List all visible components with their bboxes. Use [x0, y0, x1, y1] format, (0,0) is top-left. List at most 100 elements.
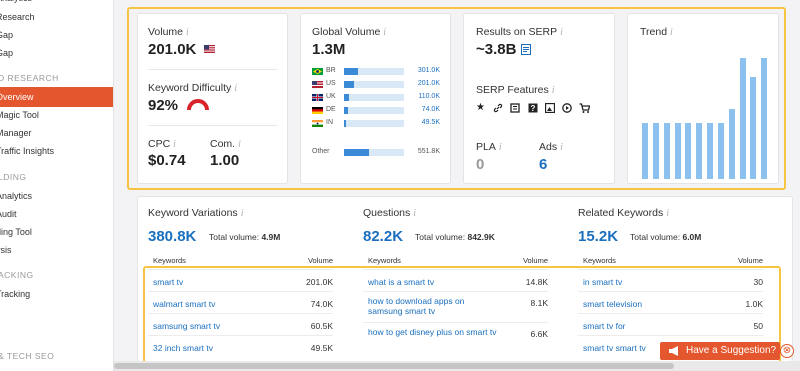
trend-bar[interactable]	[685, 123, 692, 179]
column-header-keywords: Keywords	[153, 256, 186, 265]
table-row[interactable]: smart tv for 50	[578, 313, 763, 335]
info-icon[interactable]: i	[413, 208, 416, 219]
table-row[interactable]: in smart tv 30	[578, 269, 763, 291]
column-header-volume: Volume	[307, 256, 333, 265]
global-volume-label: Global Volume i	[312, 26, 387, 38]
close-icon[interactable]: ⊗	[780, 344, 794, 358]
reviews-icon[interactable]	[510, 103, 520, 113]
info-icon[interactable]: i	[238, 139, 241, 150]
trend-bar[interactable]	[707, 123, 713, 179]
keyword-variations-label: Keyword Variations i	[148, 207, 244, 219]
keyword-variations-value[interactable]: 380.8K	[148, 228, 196, 245]
sidebar-item-backlink-audit[interactable]: Audit	[0, 204, 113, 224]
table-row[interactable]: how to download apps on samsung smart tv…	[363, 291, 548, 322]
sidebar-item-bulk-analysis[interactable]: ysis	[0, 240, 113, 260]
country-list: BR 301.0K US 201.0K UK 110.0K DE 74.0K IN 49.…	[312, 66, 440, 146]
column-header-volume: Volume	[737, 256, 763, 265]
info-icon[interactable]: i	[552, 85, 555, 96]
pla-label: PLA i	[476, 141, 502, 153]
global-volume-panel: Global Volume i 1.3M BR 301.0K US 201.0K UK…	[300, 13, 451, 184]
svg-text:?: ?	[531, 104, 536, 113]
total-volume: Total volume: 6.0M	[630, 232, 702, 242]
sidebar-item-gap-1[interactable]: Gap	[0, 25, 113, 45]
sitelinks-icon[interactable]	[493, 103, 503, 113]
related-keywords-label: Related Keywords i	[578, 207, 669, 219]
uk-flag-icon	[312, 94, 323, 101]
germany-flag-icon	[312, 107, 323, 114]
table-row[interactable]: samsung smart tv 60.5K	[148, 313, 333, 335]
ads-value[interactable]: 6	[539, 156, 547, 173]
questions-section: Questions i 82.2K Total volume: 842.9K Ke…	[363, 207, 548, 357]
featured-star-icon[interactable]: ★	[476, 102, 485, 113]
info-icon[interactable]: i	[666, 208, 669, 219]
info-icon[interactable]: i	[241, 208, 244, 219]
video-icon[interactable]	[562, 103, 572, 113]
country-row[interactable]: IN 49.5K	[312, 118, 440, 131]
table-row[interactable]: smart tv 201.0K	[148, 269, 333, 291]
table-row[interactable]: what is a smart tv 14.8K	[363, 269, 548, 291]
sidebar-item-position-tracking[interactable]: Tracking	[0, 284, 113, 304]
country-row[interactable]: US 201.0K	[312, 79, 440, 92]
serp-document-icon[interactable]	[520, 44, 531, 55]
india-flag-icon	[312, 120, 323, 127]
total-volume: Total volume: 842.9K	[415, 232, 495, 242]
info-icon[interactable]: i	[560, 27, 563, 38]
table-row[interactable]: how to get disney plus on smart tv 6.6K	[363, 322, 548, 353]
megaphone-icon	[669, 346, 678, 356]
trend-bar[interactable]	[717, 123, 724, 179]
column-header-keywords: Keywords	[583, 256, 616, 265]
table-row[interactable]: smart television 1.0K	[578, 291, 763, 313]
cpc-label: CPC i	[148, 138, 176, 150]
serp-results-label: Results on SERP i	[476, 26, 563, 38]
country-row[interactable]: DE 74.0K	[312, 105, 440, 118]
info-icon[interactable]: i	[670, 27, 673, 38]
trend-chart	[640, 52, 770, 179]
questions-value[interactable]: 82.2K	[363, 228, 403, 245]
us-flag-icon	[312, 81, 323, 88]
trend-panel: Trend i	[627, 13, 779, 184]
trend-bar[interactable]	[761, 58, 768, 179]
sidebar-item-manager[interactable]: Manager	[0, 123, 113, 143]
info-icon[interactable]: i	[499, 142, 502, 153]
sidebar-item-research[interactable]: Research	[0, 7, 113, 27]
country-row[interactable]: UK 110.0K	[312, 92, 440, 105]
faq-icon[interactable]: ?	[528, 103, 538, 113]
sidebar-item-magic-tool[interactable]: Magic Tool	[0, 105, 113, 125]
horizontal-scrollbar[interactable]	[114, 361, 800, 371]
volume-value: 201.0K	[148, 41, 215, 58]
related-keywords-value[interactable]: 15.2K	[578, 228, 618, 245]
sidebar-item-overview[interactable]: Overview	[0, 87, 113, 107]
column-header-keywords: Keywords	[368, 256, 401, 265]
table-row[interactable]: walmart smart tv 74.0K	[148, 291, 333, 313]
kd-value: 92%	[148, 97, 179, 114]
brazil-flag-icon	[312, 68, 323, 75]
trend-bar[interactable]	[663, 123, 670, 179]
country-row[interactable]: BR 301.0K	[312, 66, 440, 79]
trend-bar[interactable]	[739, 58, 746, 179]
trend-bar[interactable]	[750, 77, 757, 179]
suggestion-button[interactable]: Have a Suggestion?	[660, 342, 780, 360]
sidebar-item-gap-2[interactable]: Gap	[0, 43, 113, 63]
sidebar-item-backlink-analytics[interactable]: Analytics	[0, 186, 113, 206]
trend-bar[interactable]	[674, 123, 681, 179]
info-icon[interactable]: i	[560, 142, 563, 153]
scrollbar-thumb[interactable]	[114, 363, 674, 369]
sidebar-item-link-building-tool[interactable]: ding Tool	[0, 222, 113, 242]
trend-label: Trend i	[640, 26, 673, 38]
country-row-other[interactable]: Other 551.8K	[312, 147, 440, 160]
trend-bar[interactable]	[696, 123, 703, 179]
image-pack-icon[interactable]	[545, 103, 555, 113]
trend-bar[interactable]	[642, 123, 648, 179]
trend-bar[interactable]	[652, 123, 659, 179]
com-value: 1.00	[210, 152, 240, 169]
info-icon[interactable]: i	[173, 139, 176, 150]
sidebar-item-traffic-insights[interactable]: Traffic Insights	[0, 141, 113, 161]
trend-bar[interactable]	[728, 109, 735, 179]
difficulty-gauge-icon	[187, 99, 209, 111]
serp-features-label: SERP Features i	[476, 84, 555, 96]
info-icon[interactable]: i	[383, 27, 386, 38]
info-icon[interactable]: i	[186, 27, 189, 38]
info-icon[interactable]: i	[234, 83, 237, 94]
shopping-cart-icon[interactable]	[579, 103, 590, 113]
table-row[interactable]: 32 inch smart tv 49.5K	[148, 335, 333, 357]
